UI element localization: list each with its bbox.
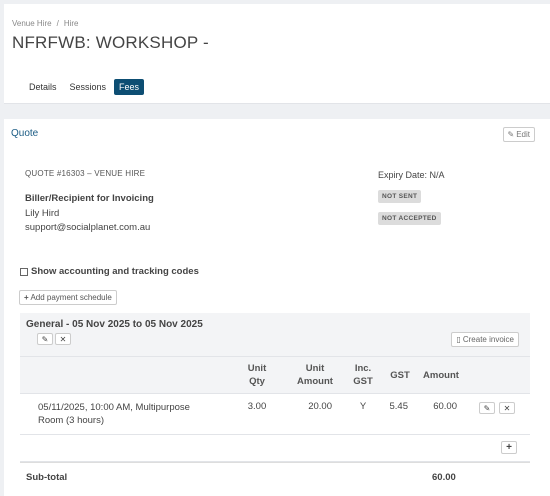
row-unit-amount: 20.00 [308, 401, 332, 412]
edit-row-button[interactable]: ✎ [479, 402, 495, 414]
tab-sessions[interactable]: Sessions [65, 79, 112, 95]
row-amount: 60.00 [433, 401, 457, 412]
pencil-icon: ✎ [41, 334, 49, 344]
edit-label: Edit [516, 130, 530, 139]
edit-quote-button[interactable]: ✎ Edit [502, 127, 535, 142]
pencil-icon: ✎ [483, 403, 491, 413]
delete-row-button[interactable]: ✕ [499, 402, 515, 414]
subtotal-value: 60.00 [432, 472, 456, 483]
status-badge-not-sent: NOT SENT [378, 190, 422, 203]
breadcrumb-separator: / [56, 19, 59, 28]
close-icon: ✕ [503, 403, 511, 413]
section-header: General - 05 Nov 2025 to 05 Nov 2025 ✎ ✕… [20, 313, 530, 356]
document-icon: ▯ [456, 335, 461, 344]
fee-section: General - 05 Nov 2025 to 05 Nov 2025 ✎ ✕… [20, 313, 530, 496]
delete-section-button[interactable]: ✕ [55, 333, 71, 345]
tab-bar: Details Sessions Fees [24, 79, 147, 95]
pencil-icon: ✎ [507, 130, 515, 139]
quote-title: Quote [11, 128, 39, 139]
breadcrumb-venue-hire[interactable]: Venue Hire [12, 19, 52, 28]
col-unit-qty: Unit Qty [247, 363, 267, 387]
col-inc-gst: Inc. GST [353, 363, 373, 387]
quote-card: Quote ✎ Edit QUOTE #16303 – VENUE HIRE E… [4, 119, 550, 496]
close-icon: ✕ [59, 334, 67, 344]
table-row: 05/11/2025, 10:00 AM, Multipurpose Room (… [20, 394, 530, 435]
add-payment-schedule-button[interactable]: + Add payment schedule [19, 290, 117, 305]
expiry-date: Expiry Date: N/A [378, 170, 445, 180]
create-invoice-label: Create invoice [462, 335, 514, 344]
row-unit-qty: 3.00 [247, 401, 267, 412]
col-gst: GST [390, 370, 410, 381]
breadcrumb-hire[interactable]: Hire [64, 19, 79, 28]
row-description: 05/11/2025, 10:00 AM, Multipurpose Room (… [38, 402, 190, 426]
show-codes-row[interactable]: Show accounting and tracking codes [20, 266, 199, 277]
edit-section-button[interactable]: ✎ [37, 333, 53, 345]
biller-name: Lily Hird [25, 208, 60, 219]
biller-heading: Biller/Recipient for Invoicing [25, 193, 154, 204]
col-unit-amount: Unit Amount [297, 363, 333, 387]
row-inc-gst: Y [359, 401, 367, 412]
table-header: Unit Qty Unit Amount Inc. GST GST Amount [20, 356, 530, 394]
breadcrumb: Venue Hire / Hire [12, 19, 79, 28]
col-amount: Amount [423, 370, 459, 381]
header-card: Venue Hire / Hire NFRFWB: WORKSHOP - Detai… [4, 4, 550, 104]
plus-icon: + [506, 442, 512, 453]
add-schedule-label: Add payment schedule [30, 293, 112, 302]
show-codes-label[interactable]: Show accounting and tracking codes [31, 266, 199, 277]
tab-fees[interactable]: Fees [114, 79, 145, 95]
add-line-button[interactable]: + [501, 441, 517, 454]
biller-email: support@socialplanet.com.au [25, 222, 151, 233]
plus-icon: + [24, 293, 29, 302]
row-gst: 5.45 [389, 401, 409, 412]
tab-details[interactable]: Details [24, 79, 62, 95]
section-title: General - 05 Nov 2025 to 05 Nov 2025 [26, 319, 203, 330]
subtotal-label: Sub-total [26, 472, 68, 483]
quote-number: QUOTE #16303 – VENUE HIRE [25, 169, 146, 178]
show-codes-checkbox[interactable] [20, 267, 28, 276]
add-line-row: + [20, 435, 530, 462]
page-title: NFRFWB: WORKSHOP - [12, 33, 209, 52]
create-invoice-button[interactable]: ▯ Create invoice [451, 332, 519, 347]
status-badge-not-accepted: NOT ACCEPTED [378, 212, 441, 225]
subtotal-row: Sub-total 60.00 [20, 462, 530, 492]
